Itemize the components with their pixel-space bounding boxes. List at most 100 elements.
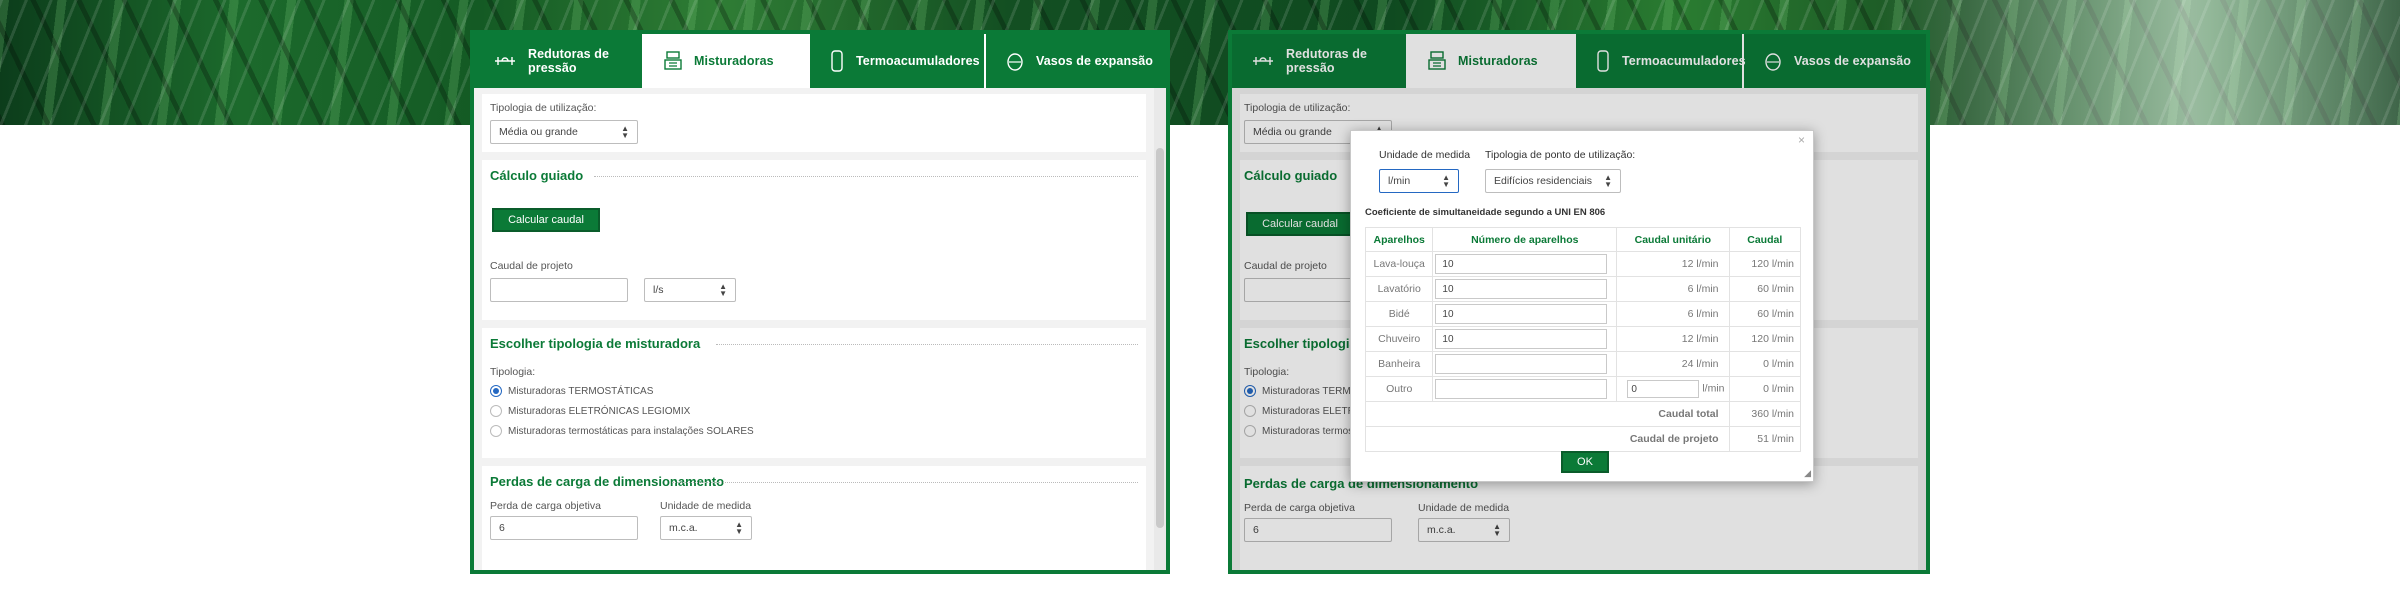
water-heater-icon — [831, 50, 843, 72]
divider — [716, 344, 1138, 345]
unit-flow: 12 l/min — [1616, 326, 1730, 352]
col-caudal: Caudal — [1728, 227, 1801, 252]
option-solares[interactable]: Misturadoras termostáticas para instalaç… — [490, 425, 754, 437]
select-arrows-icon: ▲▼ — [1604, 173, 1612, 189]
scroll-thumb[interactable] — [1156, 148, 1164, 528]
coef-text: Coeficiente de simultaneidade segundo a … — [1365, 207, 1606, 218]
section-calculo: Cálculo guiado Calcular caudal Caudal de… — [482, 160, 1146, 320]
radio-button[interactable] — [490, 385, 502, 397]
unit-flow: 6 l/min — [1616, 301, 1730, 327]
option-label: Misturadoras ELETRÓNICAS LEGIOMIX — [508, 405, 691, 417]
appliance-table: Aparelhos Número de aparelhos Caudal uni… — [1364, 227, 1801, 452]
tab-misturadoras[interactable]: Misturadoras — [644, 34, 810, 88]
select-arrows-icon: ▲▼ — [621, 124, 629, 140]
modal-unidade-select[interactable]: l/min ▲ ▼ — [1379, 169, 1459, 193]
product-tabs: Redutoras de pressão Misturadoras Termoa… — [474, 34, 1166, 88]
perda-label: Perda de carga objetiva — [490, 500, 601, 512]
tipologia-select-value: Média ou grande — [499, 126, 578, 138]
outro-unit-suffix: l/min — [1702, 382, 1725, 395]
table-row: Bidé 10 6 l/min 60 l/min — [1364, 301, 1801, 327]
select-arrows-icon: ▲▼ — [1442, 173, 1450, 189]
caudal-input[interactable] — [490, 278, 628, 302]
projeto-label: Caudal de projeto — [1365, 426, 1730, 452]
section-tipologia: Tipologia de utilização: Média ou grande… — [482, 94, 1146, 152]
projeto-row: Caudal de projeto 51 l/min — [1365, 426, 1801, 452]
unidade-value: m.c.a. — [669, 522, 698, 534]
divider — [672, 482, 1138, 483]
appliance-name: Lavatório — [1364, 276, 1434, 302]
tab-label: Misturadoras — [694, 54, 774, 68]
count-input[interactable] — [1435, 379, 1608, 399]
hero-fade — [1880, 0, 2400, 125]
radio-button[interactable] — [490, 405, 502, 417]
escolher-title: Escolher tipologia de misturadora — [490, 336, 701, 351]
tipologia-select[interactable]: Média ou grande ▲▼ — [490, 120, 638, 144]
radio-button[interactable] — [490, 425, 502, 437]
close-icon[interactable]: × — [1798, 133, 1805, 147]
scrollbar[interactable] — [1154, 88, 1166, 570]
unidade-select[interactable]: m.c.a. ▲ ▼ — [660, 516, 752, 540]
divider — [594, 176, 1138, 177]
count-input[interactable] — [1435, 354, 1608, 374]
table-row: Lava-louça 10 12 l/min 120 l/min — [1364, 251, 1801, 277]
option-eletronicas[interactable]: Misturadoras ELETRÓNICAS LEGIOMIX — [490, 405, 690, 417]
tab-termoacumuladores[interactable]: Termoacumuladores — [810, 34, 986, 88]
appliance-name: Chuveiro — [1364, 326, 1434, 352]
section-perdas: Perdas de carga de dimensionamento Perda… — [482, 466, 1146, 570]
count-input[interactable]: 10 — [1435, 329, 1608, 349]
pressure-reducer-icon — [495, 57, 515, 65]
table-row: Banheira 24 l/min 0 l/min — [1364, 351, 1801, 377]
count-input[interactable]: 10 — [1435, 279, 1608, 299]
form-area: Tipologia de utilização: Média ou grande… — [474, 88, 1154, 570]
projeto-value: 51 l/min — [1728, 426, 1801, 452]
modal-ponto-label: Tipologia de ponto de utilização: — [1485, 149, 1636, 161]
option-label: Misturadoras TERMOSTÁTICAS — [508, 385, 654, 397]
appliance-name: Banheira — [1364, 351, 1434, 377]
col-numero: Número de aparelhos — [1432, 227, 1618, 252]
col-caudal-unitario: Caudal unitário — [1616, 227, 1730, 252]
select-arrows-icon: ▲▼ — [719, 282, 727, 298]
count-input[interactable]: 10 — [1435, 304, 1608, 324]
tab-label: Termoacumuladores — [856, 54, 980, 68]
resize-handle-icon[interactable]: ◢ — [1804, 468, 1811, 479]
count-input[interactable]: 10 — [1435, 254, 1608, 274]
modal-ponto-select[interactable]: Edifícios residenciais ▲ ▼ — [1485, 169, 1621, 193]
tab-label: Vasos de expansão — [1036, 54, 1154, 68]
section-escolher: Escolher tipologia de misturadora Tipolo… — [482, 328, 1146, 458]
caudal-unit-value: l/s — [653, 284, 664, 296]
calculator-panel-left: Redutoras de pressão Misturadoras Termoa… — [470, 30, 1170, 574]
unit-flow: 6 l/min — [1616, 276, 1730, 302]
row-flow: 0 l/min — [1728, 351, 1801, 377]
unit-flow: 12 l/min — [1616, 251, 1730, 277]
unidade-label: Unidade de medida — [660, 500, 752, 512]
row-flow: 0 l/min — [1728, 376, 1801, 402]
caudal-unit-select[interactable]: l/s ▲ ▼ — [644, 278, 736, 302]
modal-unidade-value: l/min — [1388, 175, 1411, 187]
option-label: Misturadoras termostáticas para instalaç… — [508, 425, 754, 437]
appliance-name: Outro — [1364, 376, 1434, 402]
table-row: Lavatório 10 6 l/min 60 l/min — [1364, 276, 1801, 302]
unit-flow: 24 l/min — [1616, 351, 1730, 377]
mixer-valve-icon — [664, 51, 682, 70]
option-termostaticas[interactable]: Misturadoras TERMOSTÁTICAS — [490, 385, 653, 397]
ok-button[interactable]: OK — [1561, 451, 1609, 473]
row-flow: 60 l/min — [1728, 276, 1801, 302]
calcular-caudal-button[interactable]: Calcular caudal — [492, 208, 600, 232]
tab-redutoras[interactable]: Redutoras de pressão — [474, 34, 644, 88]
modal-ponto-value: Edifícios residenciais — [1494, 175, 1593, 187]
total-label: Caudal total — [1365, 401, 1730, 427]
appliance-name: Lava-louça — [1364, 251, 1434, 277]
table-row-outro: Outro 0 l/min 0 l/min — [1364, 376, 1801, 402]
total-row: Caudal total 360 l/min — [1365, 401, 1801, 427]
outro-unit-input[interactable]: 0 — [1627, 380, 1700, 398]
perda-input[interactable]: 6 — [490, 516, 638, 540]
table-header: Aparelhos Número de aparelhos Caudal uni… — [1364, 227, 1801, 252]
row-flow: 120 l/min — [1728, 326, 1801, 352]
calculator-panel-right: Redutoras de pressão Misturadoras Termoa… — [1228, 30, 1930, 574]
row-flow: 120 l/min — [1728, 251, 1801, 277]
tipologia2-label: Tipologia: — [490, 366, 536, 378]
select-arrows-icon: ▲▼ — [735, 520, 743, 536]
total-value: 360 l/min — [1728, 401, 1801, 427]
tab-vasos[interactable]: Vasos de expansão — [986, 34, 1166, 88]
col-aparelhos: Aparelhos — [1364, 227, 1434, 252]
